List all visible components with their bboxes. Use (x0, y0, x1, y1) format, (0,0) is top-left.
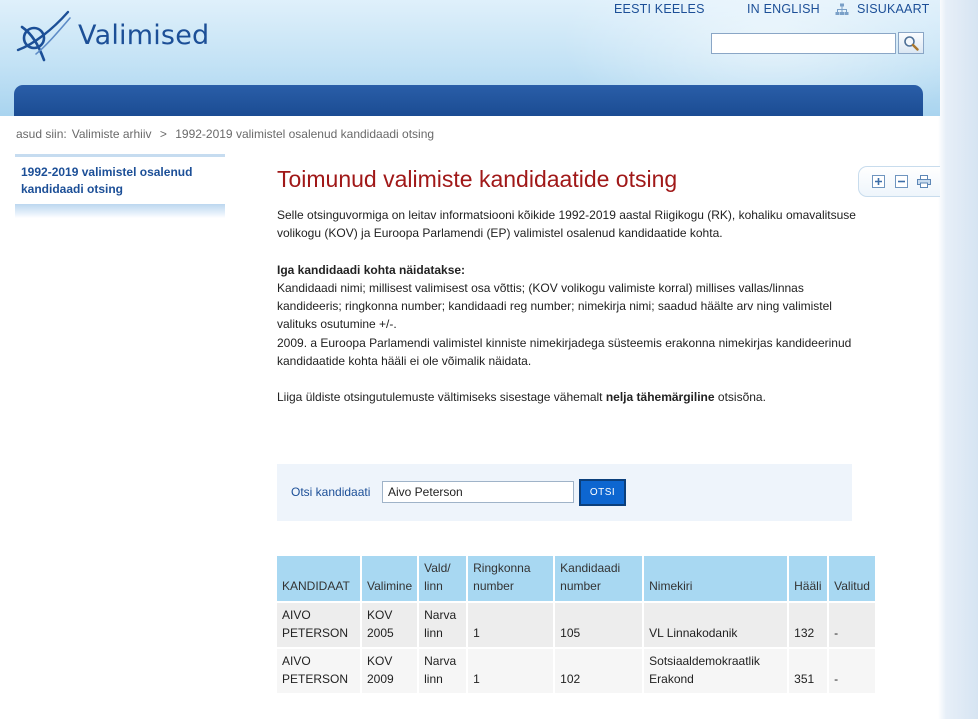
cell-candidate: AIVO PETERSON (277, 647, 362, 693)
shown-heading: Iga kandidaadi kohta näidatakse: (277, 262, 466, 277)
breadcrumb-separator: > (159, 127, 167, 141)
cell-list: VL Linnakodanik (643, 601, 790, 648)
increase-font-icon[interactable] (871, 175, 885, 189)
cell-municipality: Narva linn (418, 647, 469, 693)
cell-municipality: Narva linn (418, 601, 469, 648)
cell-district: 1 (467, 647, 556, 693)
sidebar: 1992-2019 valimistel osalenud kandidaadi… (15, 154, 225, 218)
cell-votes: 351 (788, 647, 830, 693)
sitemap-icon (835, 3, 849, 21)
site-header: Valimised EESTI KEELES IN ENGLISH SISUKA… (0, 0, 940, 116)
cell-district: 1 (467, 601, 556, 648)
breadcrumb: asud siin: Valimiste arhiiv > 1992-2019 v… (16, 127, 439, 141)
search-hint-before: Liiga üldiste otsingutulemuste vältimise… (277, 390, 603, 405)
print-icon[interactable] (917, 175, 931, 189)
site-search-input[interactable] (711, 33, 896, 54)
sidebar-item-candidate-search[interactable]: 1992-2019 valimistel osalenud kandidaadi… (15, 157, 225, 204)
link-english[interactable]: IN ENGLISH (747, 2, 820, 16)
candidate-search-label: Otsi kandidaati (291, 485, 371, 499)
column-header-district: Ringkonna number (467, 556, 556, 602)
breadcrumb-prefix: asud siin: (16, 127, 67, 141)
column-header-municipality: Vald/ linn (418, 556, 469, 602)
page-tools (858, 166, 940, 197)
table-row: AIVO PETERSON KOV 2009 Narva linn 1 102 … (277, 647, 877, 693)
main-content: Toimunud valimiste kandidaatide otsing S… (277, 166, 857, 407)
cell-candidate: AIVO PETERSON (277, 601, 362, 648)
search-button[interactable]: OTSI (579, 479, 626, 506)
cell-elected: - (828, 601, 877, 648)
cell-election: KOV 2005 (361, 601, 420, 648)
candidate-search-form: Otsi kandidaati OTSI (277, 464, 852, 521)
cell-elected: - (828, 647, 877, 693)
decrease-font-icon[interactable] (894, 175, 908, 189)
site-search-button[interactable] (898, 32, 924, 54)
column-header-election: Valimine (361, 556, 420, 602)
cell-candidate-number: 102 (554, 647, 645, 693)
page-title: Toimunud valimiste kandidaatide otsing (277, 166, 678, 192)
intro-text: Selle otsinguvormiga on leitav informats… (277, 208, 856, 241)
main-nav-bar (14, 85, 923, 116)
column-header-candidate: KANDIDAAT (277, 556, 362, 602)
shown-text: Kandidaadi nimi; millisest valimisest os… (277, 280, 832, 332)
candidate-search-input[interactable] (382, 481, 574, 503)
table-header-row: KANDIDAAT Valimine Vald/ linn Ringkonna … (277, 556, 877, 602)
cell-candidate-number: 105 (554, 601, 645, 648)
breadcrumb-item-archive[interactable]: Valimiste arhiiv (72, 127, 152, 141)
search-hint: Liiga üldiste otsingutulemuste vältimise… (277, 388, 857, 406)
search-hint-bold: nelja tähemärgiline (605, 390, 715, 405)
results-table: KANDIDAAT Valimine Vald/ linn Ringkonna … (277, 556, 877, 693)
link-estonian[interactable]: EESTI KEELES (614, 2, 705, 16)
breadcrumb-item-current: 1992-2019 valimistel osalenud kandidaadi… (175, 127, 435, 141)
column-header-votes: Hääli (788, 556, 830, 602)
column-header-candidate-number: Kandidaadi number (554, 556, 645, 602)
ep-note: 2009. a Euroopa Parlamendi valimistel ki… (277, 335, 852, 369)
search-hint-after: otsisõna. (717, 390, 766, 405)
column-header-elected: Valitud (828, 556, 877, 602)
link-sitemap[interactable]: SISUKAART (857, 2, 929, 16)
cell-election: KOV 2009 (361, 647, 420, 693)
column-header-list: Nimekiri (643, 556, 790, 602)
cell-votes: 132 (788, 601, 830, 648)
table-row: AIVO PETERSON KOV 2005 Narva linn 1 105 … (277, 601, 877, 648)
logo-text: Valimised (78, 20, 210, 51)
search-icon (904, 36, 919, 51)
language-links: EESTI KEELES IN ENGLISH SISUKAART (0, 2, 940, 22)
cell-list: Sotsiaaldemokraatlik Erakond (643, 647, 790, 693)
